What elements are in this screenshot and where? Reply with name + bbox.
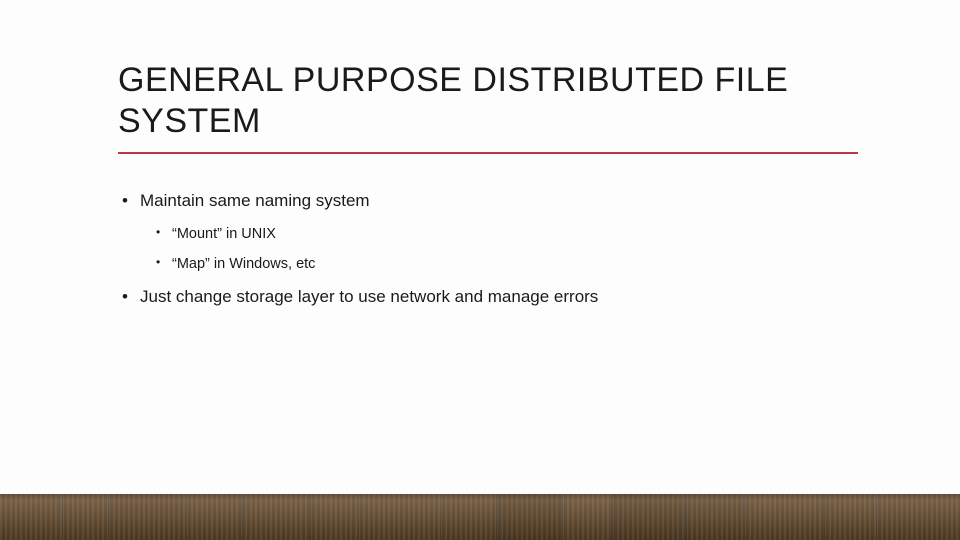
wood-plank (824, 494, 877, 540)
bullet-level2: “Mount” in UNIX (154, 225, 858, 243)
wood-plank (612, 494, 687, 540)
wood-plank (310, 494, 359, 540)
title-underline (118, 152, 858, 154)
wood-floor-decoration (0, 494, 960, 540)
bullet-level1: Just change storage layer to use network… (118, 286, 858, 307)
wood-plank (562, 494, 613, 540)
wood-plank (744, 494, 825, 540)
wood-plank (186, 494, 241, 540)
wood-floor-shadow (0, 494, 960, 500)
bullet-level2: “Map” in Windows, etc (154, 255, 858, 273)
wood-plank (240, 494, 311, 540)
wood-plank (440, 494, 497, 540)
slide-body: Maintain same naming system “Mount” in U… (118, 180, 858, 321)
wood-plank (62, 494, 109, 540)
wood-plank (358, 494, 441, 540)
wood-plank (876, 494, 960, 540)
bullet-level1: Maintain same naming system (118, 190, 858, 211)
wood-plank (686, 494, 745, 540)
wood-plank (496, 494, 563, 540)
wood-plank (0, 494, 63, 540)
slide-title: GENERAL PURPOSE DISTRIBUTED FILE SYSTEM (118, 60, 858, 142)
slide: GENERAL PURPOSE DISTRIBUTED FILE SYSTEM … (0, 0, 960, 540)
wood-plank (108, 494, 187, 540)
